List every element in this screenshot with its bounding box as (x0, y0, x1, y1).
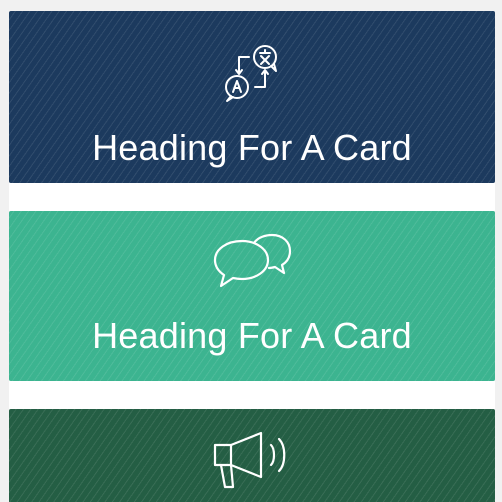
card-translation[interactable]: Heading For A Card (9, 11, 495, 183)
chat-bubbles-icon (212, 233, 292, 291)
card-separator (9, 381, 495, 409)
card-heading: Heading For A Card (92, 127, 412, 168)
card-announcement[interactable] (9, 409, 495, 502)
megaphone-icon (209, 431, 295, 493)
card-list: Heading For A Card Heading For A Card (0, 0, 502, 502)
card-heading: Heading For A Card (92, 315, 412, 356)
card-chat[interactable]: Heading For A Card (9, 211, 495, 381)
card-separator (9, 183, 495, 211)
translate-icon (221, 43, 283, 105)
